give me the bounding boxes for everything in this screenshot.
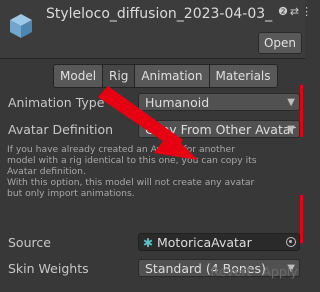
source-label: Source — [8, 235, 51, 250]
revert-button[interactable]: Revert — [205, 262, 257, 282]
avatar-definition-value: Copy From Other Avatar — [145, 122, 296, 137]
tab-materials[interactable]: Materials — [209, 65, 277, 87]
asset-title: Styleloco_diffusion_2023-04-03_ — [46, 6, 273, 22]
avatar-icon: ✱ — [143, 236, 154, 250]
animation-type-dropdown[interactable]: Humanoid ▼ — [138, 93, 300, 111]
help-line: With this option, this model will not cr… — [7, 177, 255, 189]
avatar-help-text: If you have already created an Avatar fo… — [7, 144, 305, 199]
help-line: If you have already created an Avatar fo… — [7, 144, 235, 155]
source-value: MotoricaAvatar — [157, 235, 252, 250]
help-line: but only import animations. — [7, 188, 135, 200]
highlight-bar — [300, 85, 303, 137]
help-line: model with a rig identical to this one, … — [7, 155, 257, 167]
help-line: Avatar definition. — [7, 166, 86, 178]
avatar-definition-label: Avatar Definition — [8, 122, 114, 137]
object-picker-icon[interactable] — [286, 237, 296, 247]
tab-animation[interactable]: Animation — [135, 65, 210, 87]
tab-model[interactable]: Model — [54, 65, 104, 87]
source-object-field[interactable]: ✱ MotoricaAvatar — [138, 233, 300, 251]
skin-weights-label: Skin Weights — [8, 261, 89, 276]
importer-tabs: Model Rig Animation Materials — [53, 64, 278, 88]
inspector-header: Styleloco_diffusion_2023-04-03_ ❷⇄⋮ Open — [0, 0, 312, 59]
animation-type-label: Animation Type — [8, 95, 105, 110]
header-icons[interactable]: ❷⇄⋮ — [278, 5, 314, 18]
dropdown-caret-icon: ▼ — [287, 97, 295, 108]
apply-button[interactable]: Apply — [258, 262, 302, 282]
avatar-definition-dropdown[interactable]: Copy From Other Avatar ▼ — [138, 120, 300, 138]
tab-rig[interactable]: Rig — [103, 65, 136, 87]
highlight-bar — [300, 195, 303, 243]
dropdown-caret-icon: ▼ — [287, 124, 295, 135]
model-asset-icon — [10, 14, 32, 38]
open-button[interactable]: Open — [258, 32, 302, 54]
animation-type-value: Humanoid — [145, 95, 210, 110]
